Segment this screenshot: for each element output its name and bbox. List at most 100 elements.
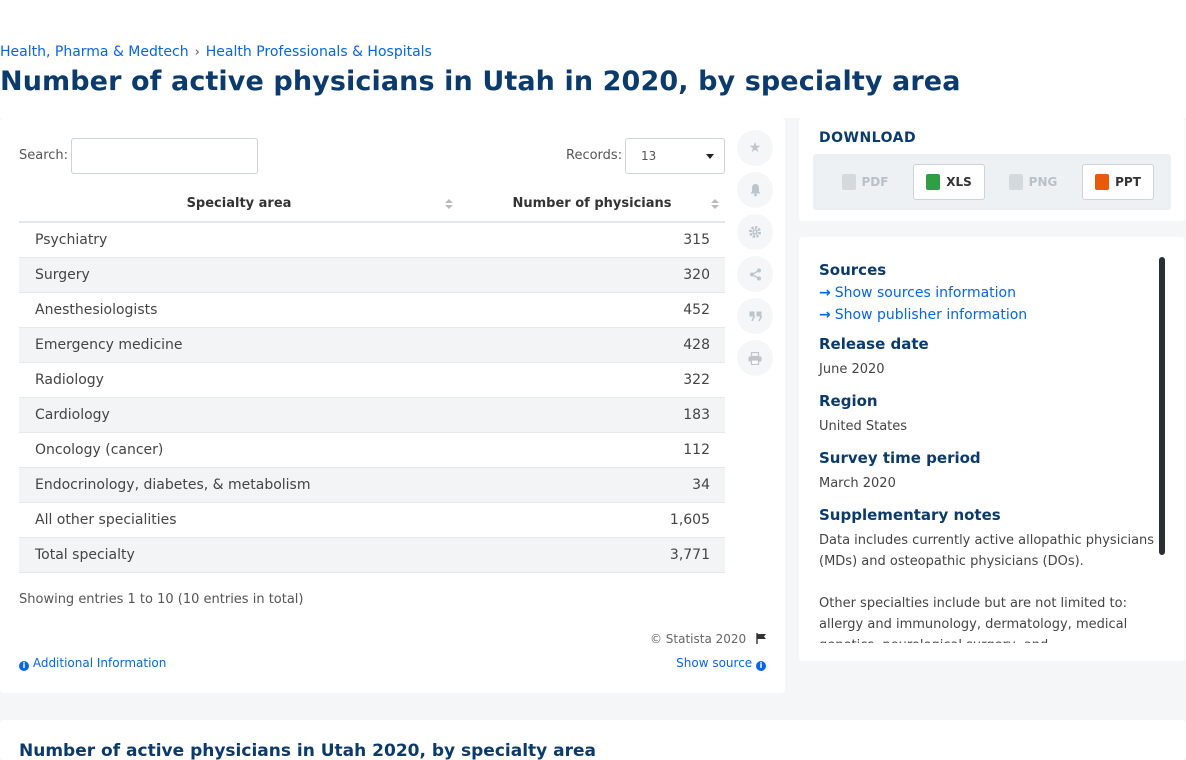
png-file-icon: [1008, 174, 1023, 190]
quote-icon[interactable]: [737, 298, 773, 334]
survey-period-group: Survey time period March 2020: [819, 449, 1159, 494]
records-label: Records:: [566, 148, 623, 163]
table-row: Total specialty 3,771: [19, 537, 725, 573]
show-source-link[interactable]: Show source i: [676, 656, 766, 671]
additional-information-link[interactable]: i Additional Information: [19, 656, 166, 671]
details-content: Sources → Show sources information → Show …: [819, 261, 1159, 643]
table-row: Oncology (cancer) 112: [19, 432, 725, 468]
additional-information-label: Additional Information: [32, 656, 167, 670]
details-scroll-area[interactable]: Sources → Show sources information → Show …: [799, 237, 1159, 643]
column-header-label: Number of physicians: [512, 196, 672, 211]
description-card: Number of active physicians in Utah 2020…: [0, 720, 1186, 760]
description-title: Number of active physicians in Utah 2020…: [19, 741, 597, 760]
download-ppt-label: PPT: [1115, 175, 1141, 189]
search-input[interactable]: [71, 138, 258, 174]
sources-group: Sources → Show sources information → Show …: [819, 261, 1159, 323]
flag-icon[interactable]: [750, 632, 767, 646]
download-png-label: PNG: [1028, 175, 1058, 189]
table-cell-value: 3,771: [459, 537, 725, 573]
table-cell-specialty: Radiology: [19, 362, 459, 398]
bell-icon[interactable]: [737, 172, 773, 208]
table-cell-specialty: Total specialty: [19, 537, 459, 573]
details-scrollbar[interactable]: [1159, 257, 1165, 555]
table-row: Surgery 320: [19, 257, 725, 293]
breadcrumb-item-health-professionals[interactable]: Health Professionals & Hospitals: [206, 44, 432, 60]
page-title: Number of active physicians in Utah in 2…: [0, 66, 961, 97]
table-cell-specialty: Anesthesiologists: [19, 292, 459, 328]
records-select-value: 13: [641, 149, 657, 163]
data-table: Specialty area Number of physicians Psyc…: [19, 186, 725, 573]
region-value: United States: [819, 419, 908, 434]
column-header-label: Specialty area: [186, 196, 292, 211]
survey-period-value: March 2020: [819, 476, 896, 491]
table-row: Endocrinology, diabetes, & metabolism 34: [19, 467, 725, 503]
records-select[interactable]: 13: [625, 138, 725, 174]
column-header-specialty[interactable]: Specialty area: [19, 186, 459, 223]
print-icon[interactable]: [737, 340, 773, 376]
download-title: DOWNLOAD: [819, 130, 917, 146]
chevron-down-icon: [706, 154, 714, 159]
ppt-file-icon: [1095, 174, 1110, 190]
download-card: DOWNLOAD PDF XLS PNG PPT: [799, 118, 1185, 221]
show-publisher-link[interactable]: → Show publisher information: [819, 307, 1159, 323]
download-xls-button[interactable]: XLS: [913, 164, 985, 200]
header-band: Health, Pharma & Medtech › Health Professi…: [0, 0, 1186, 118]
info-icon: i: [19, 661, 29, 671]
table-cell-value: 1,605: [459, 502, 725, 538]
search-label: Search:: [19, 148, 69, 163]
statistic-table-card: Search: Records: 13 ★ Specialty area Num…: [0, 118, 785, 693]
download-pdf-label: PDF: [861, 175, 889, 189]
sort-icon: [445, 199, 453, 209]
show-source-label: Show source: [676, 656, 753, 670]
column-header-physicians[interactable]: Number of physicians: [459, 186, 725, 223]
table-cell-specialty: Surgery: [19, 257, 459, 293]
table-cell-value: 428: [459, 327, 725, 363]
info-icon: i: [756, 661, 766, 671]
breadcrumb-separator: ›: [194, 45, 200, 60]
table-row: Psychiatry 315: [19, 222, 725, 258]
tool-sidebar: ★: [737, 130, 773, 382]
sort-icon: [711, 199, 719, 209]
copyright-text: © Statista 2020: [649, 632, 747, 646]
breadcrumb-item-health[interactable]: Health, Pharma & Medtech: [0, 44, 189, 60]
show-publisher-label: Show publisher information: [834, 307, 1028, 323]
table-row: Emergency medicine 428: [19, 327, 725, 363]
table-cell-value: 315: [459, 222, 725, 258]
table-cell-value: 183: [459, 397, 725, 433]
download-ppt-button[interactable]: PPT: [1082, 164, 1154, 200]
table-cell-specialty: Oncology (cancer): [19, 432, 459, 468]
statistic-details-card: Sources → Show sources information → Show …: [799, 237, 1185, 661]
table-cell-specialty: Endocrinology, diabetes, & metabolism: [19, 467, 459, 503]
table-cell-value: 320: [459, 257, 725, 293]
download-png-button[interactable]: PNG: [997, 164, 1069, 200]
release-date-title: Release date: [819, 335, 929, 353]
supplementary-notes-text-1: Data includes currently active allopathi…: [819, 533, 1155, 569]
download-pdf-button[interactable]: PDF: [829, 164, 901, 200]
table-row: Radiology 322: [19, 362, 725, 398]
share-icon[interactable]: [737, 256, 773, 292]
table-cell-value: 34: [459, 467, 725, 503]
release-date-value: June 2020: [819, 362, 885, 377]
region-title: Region: [819, 392, 878, 410]
download-xls-label: XLS: [946, 175, 972, 189]
release-date-group: Release date June 2020: [819, 335, 1159, 380]
copyright-notice: © Statista 2020: [650, 632, 767, 646]
table-cell-specialty: All other specialities: [19, 502, 459, 538]
download-buttons: PDF XLS PNG PPT: [813, 154, 1171, 210]
table-row: All other specialities 1,605: [19, 502, 725, 538]
supplementary-notes-title: Supplementary notes: [819, 506, 1001, 524]
gear-icon[interactable]: [737, 214, 773, 250]
show-sources-link[interactable]: → Show sources information: [819, 285, 1159, 301]
star-icon[interactable]: ★: [737, 130, 773, 166]
arrow-right-icon: →: [819, 285, 831, 301]
survey-period-title: Survey time period: [819, 449, 981, 467]
xls-file-icon: [926, 174, 941, 190]
region-group: Region United States: [819, 392, 1159, 437]
pdf-file-icon: [841, 174, 856, 190]
sources-title: Sources: [819, 261, 887, 279]
show-sources-label: Show sources information: [834, 285, 1016, 301]
entries-summary: Showing entries 1 to 10 (10 entries in t…: [19, 592, 304, 607]
arrow-right-icon: →: [819, 307, 831, 323]
supplementary-notes-group: Supplementary notes Data includes curren…: [819, 506, 1159, 643]
supplementary-notes-text-2: Other specialties include but are not li…: [819, 596, 1128, 643]
